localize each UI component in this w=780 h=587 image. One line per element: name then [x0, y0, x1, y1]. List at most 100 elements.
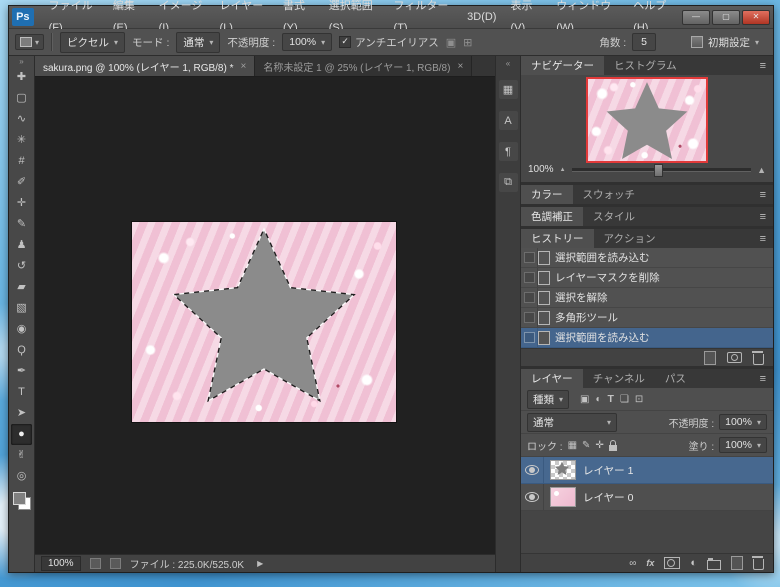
healing-brush-tool[interactable]: ✛	[11, 193, 32, 214]
new-snapshot-icon[interactable]	[727, 352, 742, 363]
clone-source-panel-icon[interactable]: ⧉	[499, 173, 518, 192]
antialias-checkbox[interactable]: ✓ アンチエイリアス	[339, 35, 439, 50]
tab-histogram[interactable]: ヒストグラム	[604, 56, 687, 75]
dodge-tool[interactable]: Ϙ	[11, 340, 32, 361]
color-swatches[interactable]	[13, 492, 31, 510]
layer-blend-mode-dropdown[interactable]: 通常 ▾	[527, 413, 617, 432]
delete-layer-icon[interactable]	[753, 559, 764, 570]
fill-opacity-dropdown[interactable]: 100% ▾	[719, 437, 767, 453]
foreground-color-swatch[interactable]	[13, 492, 26, 505]
history-brush-source-checkbox[interactable]	[521, 288, 538, 307]
panel-menu-icon[interactable]: ≡	[753, 207, 773, 226]
paragraph-panel-icon[interactable]: ¶	[499, 142, 518, 161]
filter-smart-objects-icon[interactable]: ⊡	[635, 394, 643, 405]
layer-thumbnail[interactable]	[550, 460, 576, 480]
type-tool[interactable]: T	[11, 382, 32, 403]
eyedropper-tool[interactable]: ✐	[11, 172, 32, 193]
collapse-toolbar-icon[interactable]: »	[19, 57, 23, 67]
fill-mode-dropdown[interactable]: ピクセル ▾	[60, 32, 125, 53]
navigator-proxy-preview[interactable]	[588, 79, 706, 161]
tab-layers[interactable]: レイヤー	[521, 369, 583, 388]
tab-adjustments[interactable]: 色調補正	[521, 207, 583, 226]
layer-style-icon[interactable]: fx	[646, 558, 654, 568]
blend-mode-dropdown[interactable]: 通常 ▾	[176, 32, 220, 53]
lock-position-icon[interactable]: ✛	[595, 440, 603, 451]
delete-state-icon[interactable]	[753, 354, 764, 365]
navigator-zoom-slider[interactable]	[572, 168, 752, 172]
layer-name[interactable]: レイヤー 0	[583, 490, 633, 505]
history-brush-source-checkbox[interactable]	[521, 248, 538, 267]
history-state[interactable]: 選択範囲を読み込む	[521, 248, 773, 268]
lock-all-icon[interactable]	[609, 445, 617, 451]
quick-selection-tool[interactable]: ✳	[11, 130, 32, 151]
close-tab-icon[interactable]: ×	[457, 61, 463, 72]
lock-transparent-pixels-icon[interactable]: ▦	[568, 440, 577, 451]
panel-menu-icon[interactable]: ≡	[753, 229, 773, 248]
pen-tool[interactable]: ✒	[11, 361, 32, 382]
add-layer-mask-icon[interactable]	[664, 557, 680, 569]
history-brush-tool[interactable]: ↺	[11, 256, 32, 277]
layer-visibility-toggle[interactable]	[521, 457, 544, 483]
tab-navigator[interactable]: ナビゲーター	[521, 56, 604, 75]
layer-name[interactable]: レイヤー 1	[583, 463, 633, 478]
layer-opacity-dropdown[interactable]: 100% ▾	[719, 414, 767, 430]
filter-adjustment-layers-icon[interactable]: ◐	[595, 394, 601, 405]
brush-tool[interactable]: ✎	[11, 214, 32, 235]
shape-tool[interactable]: ●	[11, 424, 32, 445]
new-layer-icon[interactable]	[731, 556, 743, 570]
zoom-tool[interactable]: ◎	[11, 466, 32, 487]
filter-type-layers-icon[interactable]: T	[608, 393, 614, 405]
tab-styles[interactable]: スタイル	[583, 207, 645, 226]
panel-menu-icon[interactable]: ≡	[753, 369, 773, 388]
history-brush-source-checkbox[interactable]	[521, 308, 538, 327]
hand-tool[interactable]: ✌	[11, 445, 32, 466]
panel-menu-icon[interactable]: ≡	[753, 185, 773, 204]
document-tab-untitled[interactable]: 名称未設定 1 @ 25% (レイヤー 1, RGB/8) ×	[255, 56, 472, 76]
tool-preset-picker[interactable]: ▾	[15, 34, 44, 50]
crop-tool[interactable]: #	[11, 151, 32, 172]
zoom-in-icon[interactable]: ▲	[757, 165, 766, 175]
expand-dock-icon[interactable]: «	[506, 59, 510, 68]
layer-thumbnail[interactable]	[550, 487, 576, 507]
menu-3d[interactable]: 3D(D)	[460, 6, 503, 28]
filter-shape-layers-icon[interactable]: ❏	[620, 394, 629, 405]
titlebar[interactable]: Ps ファイル(F) 編集(E) イメージ(I) レイヤー(L) 書式(Y) 選…	[9, 6, 773, 29]
lock-image-pixels-icon[interactable]: ✎	[582, 440, 590, 451]
status-menu-arrow-icon[interactable]: ▶	[257, 559, 263, 568]
eraser-tool[interactable]: ▰	[11, 277, 32, 298]
history-state-selected[interactable]: 選択範囲を読み込む	[521, 328, 773, 348]
sides-input[interactable]: 5	[632, 33, 656, 51]
close-tab-icon[interactable]: ×	[240, 61, 246, 72]
tab-history[interactable]: ヒストリー	[521, 229, 594, 248]
history-brush-source-checkbox[interactable]	[521, 268, 538, 287]
layer-row-layer0[interactable]: レイヤー 0	[521, 484, 773, 511]
new-group-icon[interactable]	[707, 560, 721, 570]
workspace-switcher[interactable]: 初期設定 ▾	[683, 33, 767, 52]
tab-swatches[interactable]: スウォッチ	[573, 185, 646, 204]
filter-kind-dropdown[interactable]: 種類 ▾	[527, 390, 569, 409]
path-selection-tool[interactable]: ➤	[11, 403, 32, 424]
rectangular-marquee-tool[interactable]: ▢	[11, 88, 32, 109]
minimize-button[interactable]: —	[682, 10, 710, 25]
tab-color[interactable]: カラー	[521, 185, 573, 204]
slider-thumb[interactable]	[654, 164, 663, 177]
history-state[interactable]: 選択を解除	[521, 288, 773, 308]
history-state[interactable]: レイヤーマスクを削除	[521, 268, 773, 288]
character-panel-icon[interactable]: A	[499, 111, 518, 130]
new-document-from-state-icon[interactable]	[704, 351, 716, 365]
filter-pixel-layers-icon[interactable]: ▣	[580, 394, 589, 405]
lasso-tool[interactable]: ∿	[11, 109, 32, 130]
layer-visibility-toggle[interactable]	[521, 484, 544, 510]
layer-row-layer1[interactable]: レイヤー 1	[521, 457, 773, 484]
tab-channels[interactable]: チャンネル	[583, 369, 655, 388]
combine-shapes-icon[interactable]: ▣	[446, 36, 456, 49]
path-alignment-icon[interactable]: ⊞	[463, 36, 472, 49]
new-adjustment-layer-icon[interactable]: ◐	[690, 558, 697, 569]
gradient-tool[interactable]: ▧	[11, 298, 32, 319]
move-tool[interactable]: ✚	[11, 67, 32, 88]
mini-bridge-panel-icon[interactable]: ▦	[499, 80, 518, 99]
document-tab-sakura[interactable]: sakura.png @ 100% (レイヤー 1, RGB/8) * ×	[35, 56, 255, 76]
panel-menu-icon[interactable]: ≡	[753, 56, 773, 75]
canvas[interactable]	[35, 77, 495, 554]
clone-stamp-tool[interactable]: ♟	[11, 235, 32, 256]
